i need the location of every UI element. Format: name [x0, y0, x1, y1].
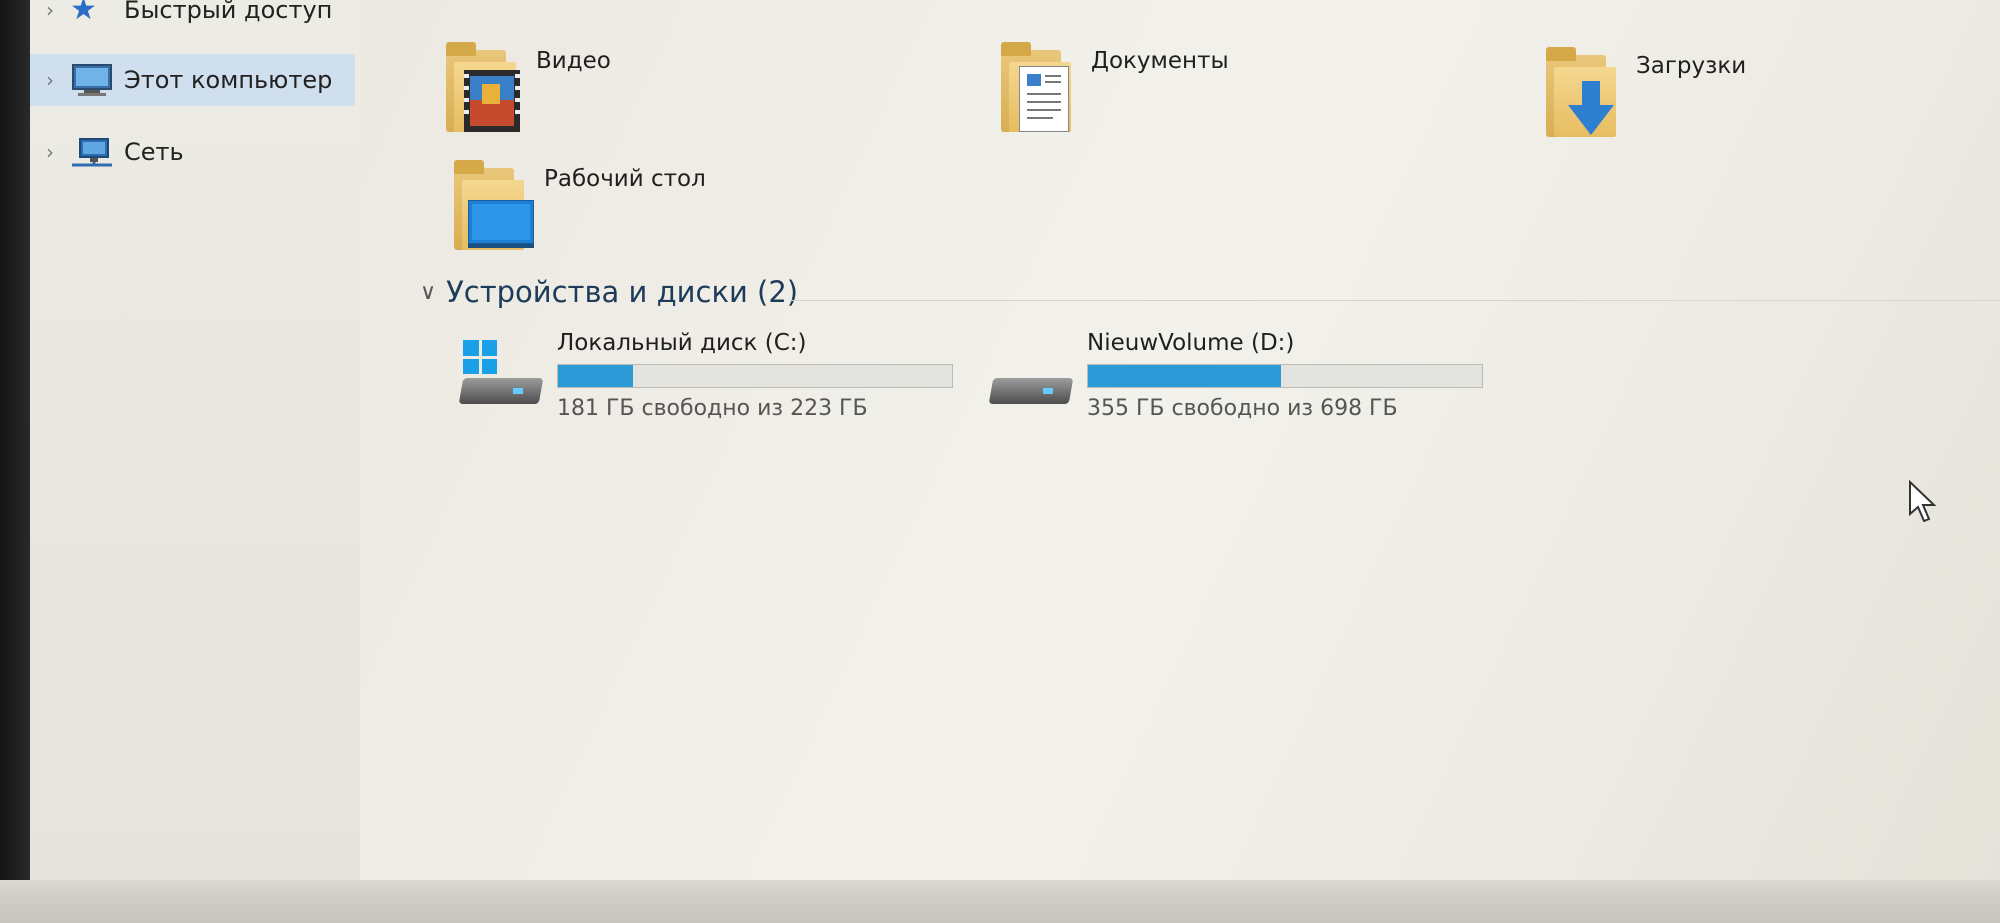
folder-documents[interactable]: Документы [995, 40, 1229, 136]
sidebar-item-label: Сеть [124, 138, 184, 166]
devices-section-header[interactable]: ∨ Устройства и диски (2) [420, 275, 798, 309]
mouse-cursor-icon [1909, 480, 1937, 523]
folder-label: Документы [1091, 48, 1229, 74]
sidebar-item-this-pc[interactable]: › Этот компьютер [30, 54, 355, 106]
screen-bezel [0, 0, 30, 923]
navigation-pane: › ★ Быстрый доступ › Этот компьютер › Се… [30, 0, 360, 923]
section-title: Устройства и диски (2) [446, 275, 799, 309]
screen-bottom-edge [0, 880, 2000, 923]
drive-usage-fill [558, 365, 633, 387]
computer-icon [70, 63, 114, 97]
folder-downloads[interactable]: Загрузки [1540, 45, 1746, 141]
folder-label: Рабочий стол [544, 166, 706, 192]
chevron-down-icon[interactable]: ∨ [420, 280, 436, 305]
drive-free-space: 355 ГБ свободно из 698 ГБ [1087, 396, 1398, 421]
content-area: Видео Документы Загрузки Рабочий стол ∨ … [360, 0, 2000, 923]
sidebar-item-quick-access[interactable]: › ★ Быстрый доступ [30, 0, 355, 36]
drive-usage-fill [1088, 365, 1282, 387]
desktop-folder-icon [448, 158, 534, 254]
sidebar-item-label: Быстрый доступ [124, 0, 333, 24]
chevron-right-icon[interactable]: › [30, 68, 70, 92]
downloads-folder-icon [1540, 45, 1626, 141]
section-divider [790, 300, 2000, 301]
network-icon [70, 135, 114, 169]
sidebar-item-network[interactable]: › Сеть [30, 126, 355, 178]
chevron-right-icon[interactable]: › [30, 0, 70, 22]
folder-label: Видео [536, 48, 611, 74]
drive-icon [985, 330, 1081, 420]
star-icon: ★ [70, 0, 97, 27]
drive-c[interactable]: Локальный диск (C:) 181 ГБ свободно из 2… [455, 330, 953, 421]
drive-usage-bar [1087, 364, 1483, 388]
folder-label: Загрузки [1636, 53, 1747, 79]
folder-desktop[interactable]: Рабочий стол [448, 158, 706, 254]
file-explorer-window: › ★ Быстрый доступ › Этот компьютер › Се… [30, 0, 2000, 923]
sidebar-item-label: Этот компьютер [124, 66, 333, 94]
drive-d[interactable]: NieuwVolume (D:) 355 ГБ свободно из 698 … [985, 330, 1483, 421]
video-folder-icon [440, 40, 526, 136]
drive-name: Локальный диск (C:) [557, 330, 807, 356]
drive-usage-bar [557, 364, 953, 388]
system-drive-icon [455, 330, 551, 420]
drive-free-space: 181 ГБ свободно из 223 ГБ [557, 396, 868, 421]
documents-folder-icon [995, 40, 1081, 136]
folder-video[interactable]: Видео [440, 40, 611, 136]
drive-name: NieuwVolume (D:) [1087, 330, 1295, 356]
chevron-right-icon[interactable]: › [30, 140, 70, 164]
